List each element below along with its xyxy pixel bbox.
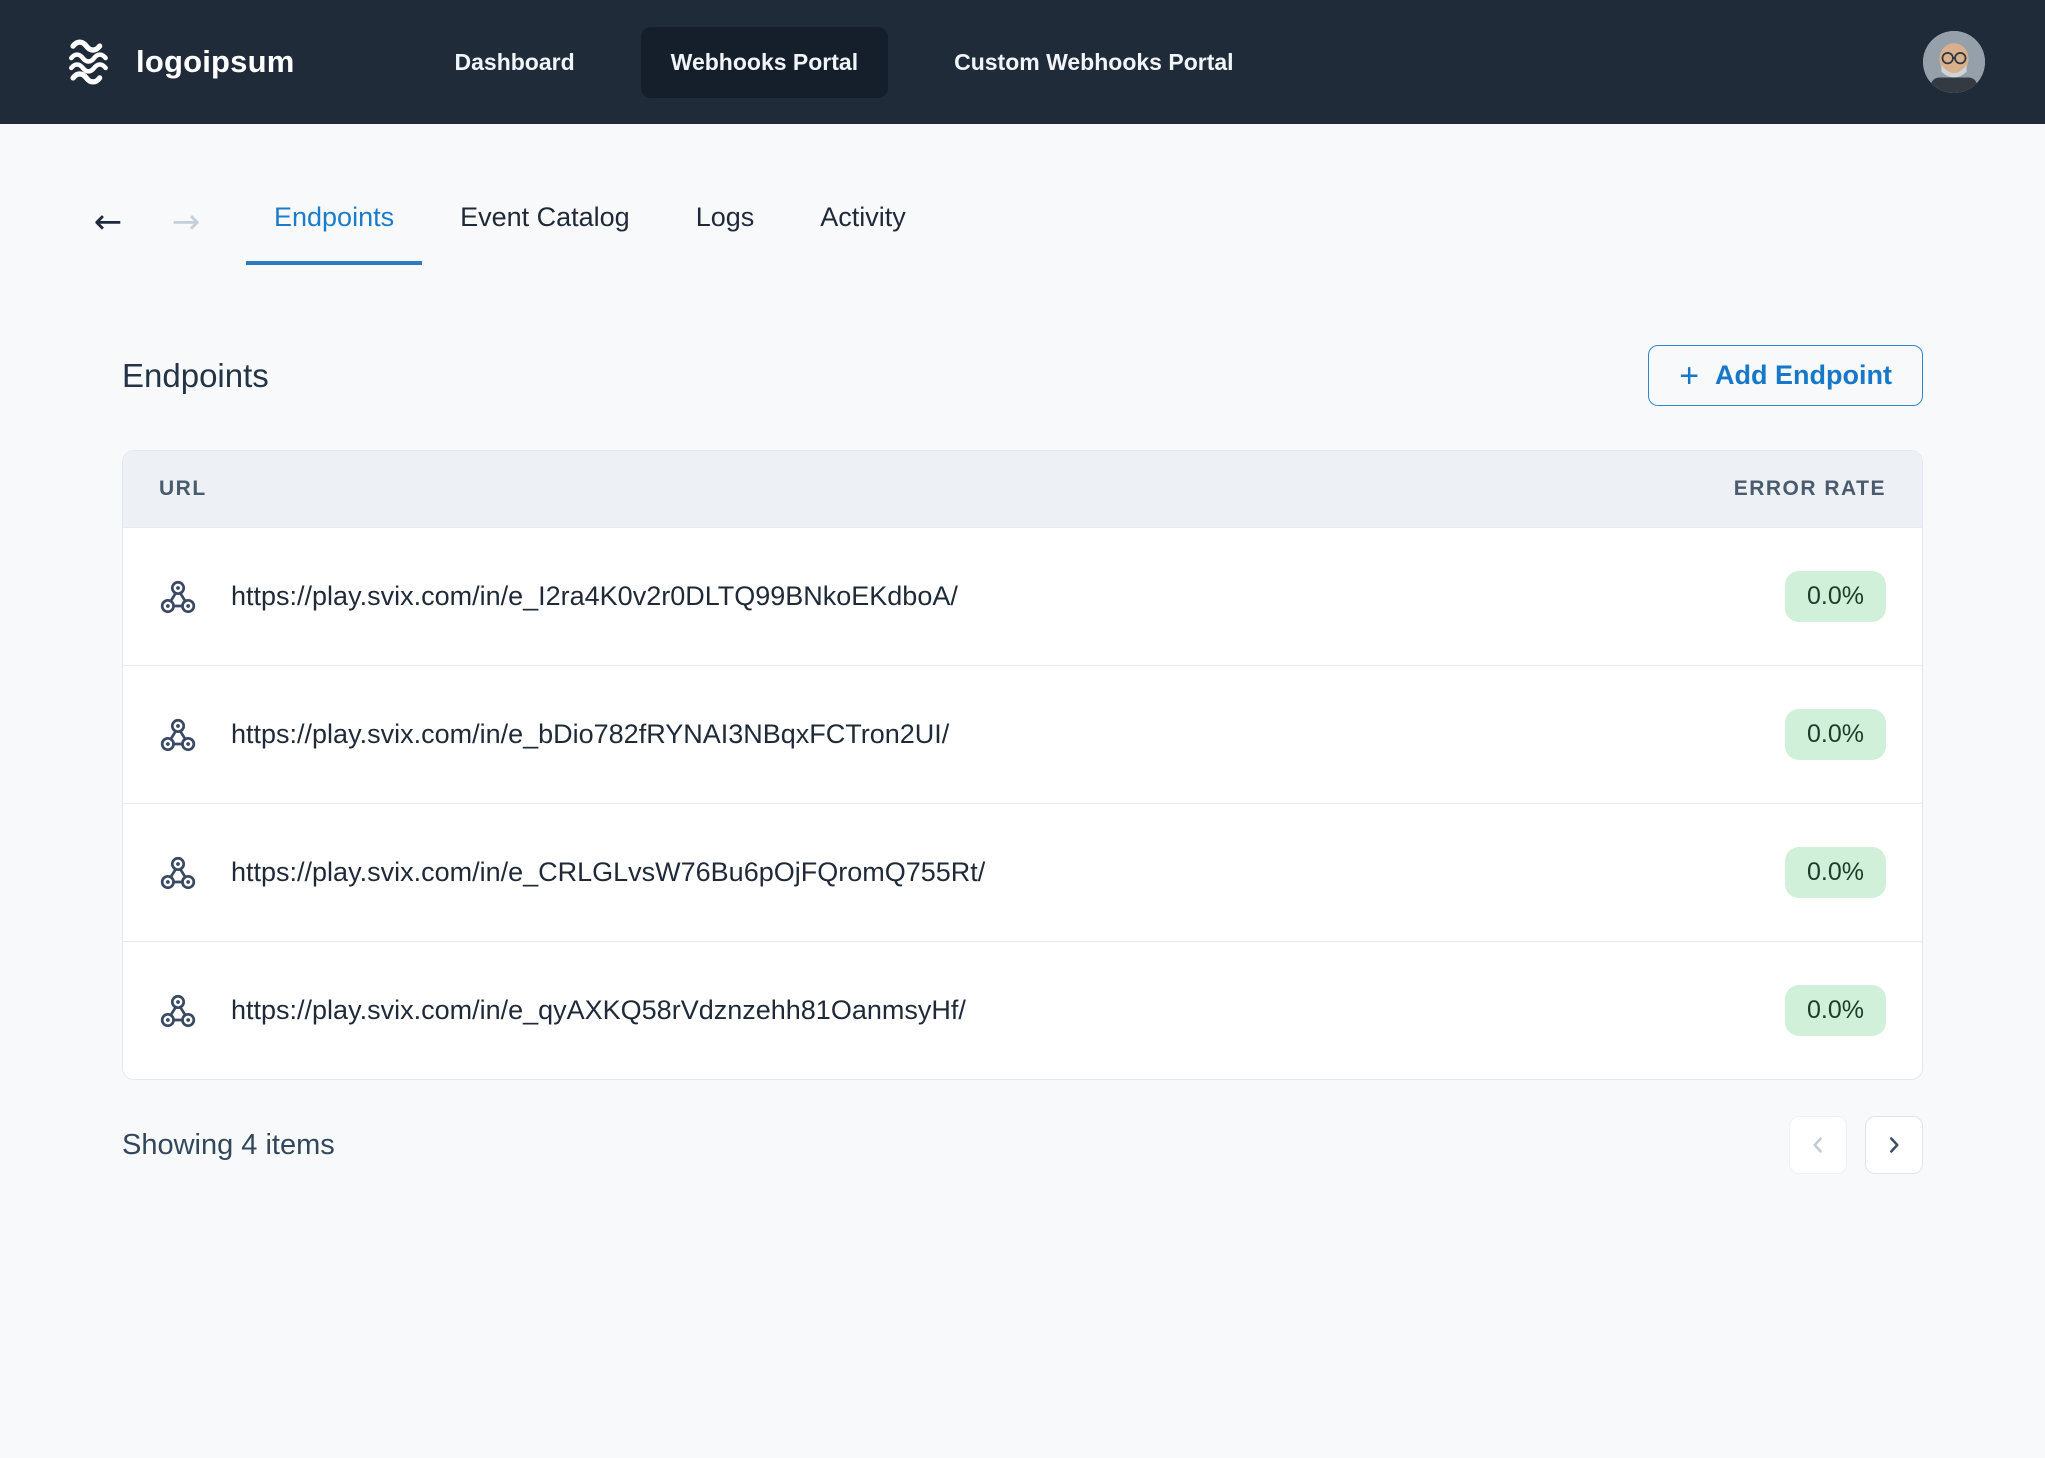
error-rate-badge: 0.0% <box>1785 985 1886 1036</box>
tab-activity[interactable]: Activity <box>792 200 934 265</box>
endpoints-table: URL ERROR RATE https://play.svix.co <box>122 450 1923 1080</box>
endpoint-url: https://play.svix.com/in/e_I2ra4K0v2r0DL… <box>231 581 958 612</box>
main-content: Endpoints + Add Endpoint URL ERROR RATE <box>0 345 2045 1174</box>
page-title: Endpoints <box>122 357 269 395</box>
tab-logs[interactable]: Logs <box>668 200 783 265</box>
logo-waves-icon <box>60 39 118 85</box>
webhook-icon <box>159 992 197 1030</box>
nav-item-custom-webhooks-portal-label: Custom Webhooks Portal <box>954 49 1233 75</box>
endpoint-url: https://play.svix.com/in/e_qyAXKQ58rVdzn… <box>231 995 966 1026</box>
heading-row: Endpoints + Add Endpoint <box>122 345 1923 406</box>
tabs-row: ← → Endpoints Event Catalog Logs Activit… <box>0 200 2045 265</box>
endpoint-url: https://play.svix.com/in/e_CRLGLvsW76Bu6… <box>231 857 985 888</box>
tab-event-catalog[interactable]: Event Catalog <box>432 200 658 265</box>
table-header-row: URL ERROR RATE <box>123 451 1922 527</box>
primary-nav: Dashboard Webhooks Portal Custom Webhook… <box>455 27 1234 98</box>
table-row[interactable]: https://play.svix.com/in/e_CRLGLvsW76Bu6… <box>123 803 1922 941</box>
tab-event-catalog-label: Event Catalog <box>460 202 630 232</box>
webhook-icon <box>159 716 197 754</box>
column-header-url: URL <box>159 477 207 501</box>
table-row[interactable]: https://play.svix.com/in/e_bDio782fRYNAI… <box>123 665 1922 803</box>
chevron-right-icon <box>1881 1132 1907 1158</box>
table-row[interactable]: https://play.svix.com/in/e_I2ra4K0v2r0DL… <box>123 527 1922 665</box>
error-rate-badge: 0.0% <box>1785 571 1886 622</box>
webhook-icon <box>159 578 197 616</box>
webhook-icon <box>159 854 197 892</box>
previous-page-button[interactable] <box>1789 1116 1847 1174</box>
logo-text: logoipsum <box>136 44 295 80</box>
column-header-error-rate: ERROR RATE <box>1734 477 1886 501</box>
tab-endpoints-label: Endpoints <box>274 202 394 232</box>
chevron-left-icon <box>1805 1132 1831 1158</box>
back-arrow-icon[interactable]: ← <box>84 200 132 244</box>
error-rate-badge: 0.0% <box>1785 709 1886 760</box>
showing-items-text: Showing 4 items <box>122 1129 335 1162</box>
add-endpoint-button[interactable]: + Add Endpoint <box>1648 345 1923 406</box>
nav-item-webhooks-portal[interactable]: Webhooks Portal <box>641 27 888 98</box>
plus-icon: + <box>1679 362 1699 390</box>
nav-item-dashboard[interactable]: Dashboard <box>455 49 575 76</box>
forward-arrow-icon[interactable]: → <box>162 200 210 244</box>
pagination <box>1789 1116 1923 1174</box>
tab-bar: Endpoints Event Catalog Logs Activity <box>246 200 934 265</box>
tab-activity-label: Activity <box>820 202 906 232</box>
table-row[interactable]: https://play.svix.com/in/e_qyAXKQ58rVdzn… <box>123 941 1922 1079</box>
add-endpoint-button-label: Add Endpoint <box>1715 360 1892 391</box>
user-avatar[interactable] <box>1923 31 1985 93</box>
logo[interactable]: logoipsum <box>60 39 295 85</box>
table-footer: Showing 4 items <box>122 1116 1923 1174</box>
endpoint-url: https://play.svix.com/in/e_bDio782fRYNAI… <box>231 719 949 750</box>
tab-endpoints[interactable]: Endpoints <box>246 200 422 265</box>
next-page-button[interactable] <box>1865 1116 1923 1174</box>
nav-item-custom-webhooks-portal[interactable]: Custom Webhooks Portal <box>954 49 1233 76</box>
error-rate-badge: 0.0% <box>1785 847 1886 898</box>
tab-logs-label: Logs <box>696 202 755 232</box>
nav-item-dashboard-label: Dashboard <box>455 49 575 75</box>
nav-item-webhooks-portal-label: Webhooks Portal <box>671 49 858 75</box>
top-navbar: logoipsum Dashboard Webhooks Portal Cust… <box>0 0 2045 124</box>
